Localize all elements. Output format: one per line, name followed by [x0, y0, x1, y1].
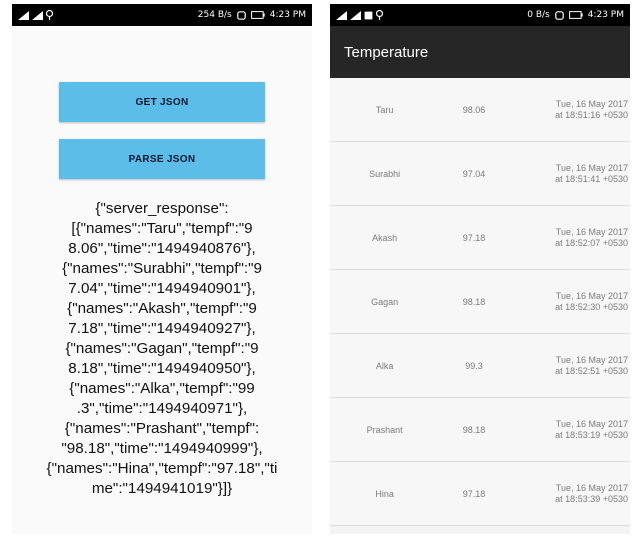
battery-icon: [250, 11, 265, 19]
json-line: "98.18","time":"1494940999"},: [61, 440, 263, 457]
json-line: {"server_response":: [95, 200, 229, 217]
status-bar: 254 B/s 4:23 PM: [12, 4, 312, 26]
row-name: Alka: [375, 360, 394, 371]
signal-icon: [350, 10, 361, 20]
parse-json-button[interactable]: PARSE JSON: [59, 139, 265, 179]
row-date: Tue, 16 May 2017: [555, 418, 628, 429]
battery-icon: [568, 11, 583, 19]
row-temp: 97.04: [462, 168, 486, 179]
row-timestamp: Tue, 16 May 2017 at 18:52:30 +0530: [509, 291, 630, 313]
status-icons-left: [18, 10, 53, 20]
app-bar-title: Temperature: [344, 43, 429, 61]
json-line: 7.18","time":"1494940927"},: [68, 320, 256, 337]
network-speed: 254 B/s: [197, 10, 232, 20]
json-line: {"names":"Akash","tempf":"9: [67, 300, 257, 317]
row-temp: 97.18: [462, 488, 486, 499]
json-response-text: {"server_response": [{"names":"Taru","te…: [20, 199, 304, 499]
json-line: {"names":"Surabhi","tempf":"9: [62, 260, 262, 277]
row-timestamp: Tue, 16 May 2017 at 18:52:07 +0530: [509, 227, 630, 249]
row-temp: 98.18: [462, 424, 486, 435]
list-item[interactable]: Prashant 98.18 Tue, 16 May 2017 at 18:53…: [330, 398, 630, 462]
row-date: Tue, 16 May 2017: [555, 290, 628, 301]
row-time: at 18:52:30 +0530: [555, 301, 628, 312]
signal-icon: [18, 10, 29, 20]
image-icon: [364, 11, 373, 19]
alarm-icon: [554, 10, 564, 20]
row-timestamp: Tue, 16 May 2017 at 18:53:19 +0530: [509, 419, 630, 441]
row-temp: 97.18: [462, 232, 486, 243]
row-date: Tue, 16 May 2017: [555, 98, 628, 109]
row-date: Tue, 16 May 2017: [555, 482, 628, 493]
json-line: 7.04","time":"1494940901"},: [68, 280, 256, 297]
row-name: Taru: [375, 104, 394, 115]
clock: 4:23 PM: [587, 10, 624, 20]
app-bar: Temperature: [330, 26, 630, 78]
list-item[interactable]: Taru 98.06 Tue, 16 May 2017 at 18:51:16 …: [330, 78, 630, 142]
row-date: Tue, 16 May 2017: [555, 354, 628, 365]
row-time: at 18:52:51 +0530: [555, 365, 628, 376]
row-name: Surabhi: [369, 168, 401, 179]
row-name: Hina: [375, 488, 394, 499]
list-item[interactable]: Hina 97.18 Tue, 16 May 2017 at 18:53:39 …: [330, 462, 630, 526]
location-icon: [46, 10, 53, 20]
row-time: at 18:53:19 +0530: [555, 429, 628, 440]
json-line: {"names":"Alka","tempf":"99: [69, 380, 255, 397]
clock: 4:23 PM: [269, 10, 306, 20]
network-speed: 0 B/s: [527, 10, 550, 20]
row-temp: 98.18: [462, 296, 486, 307]
json-line: [{"names":"Taru","tempf":"9: [71, 220, 253, 237]
row-temp: 99.3: [465, 360, 483, 371]
signal-icon: [336, 10, 347, 20]
json-line: {"names":"Hina","tempf":"97.18","ti: [46, 460, 278, 477]
list-item[interactable]: Akash 97.18 Tue, 16 May 2017 at 18:52:07…: [330, 206, 630, 270]
row-time: at 18:52:07 +0530: [555, 237, 628, 248]
row-name: Gagan: [371, 296, 399, 307]
row-date: Tue, 16 May 2017: [555, 162, 628, 173]
status-right: 254 B/s 4:23 PM: [198, 10, 306, 20]
row-timestamp: Tue, 16 May 2017 at 18:51:41 +0530: [509, 163, 630, 185]
row-time: at 18:51:41 +0530: [555, 173, 628, 184]
row-name: Akash: [372, 232, 398, 243]
location-icon: [376, 10, 383, 20]
list-item[interactable]: Gagan 98.18 Tue, 16 May 2017 at 18:52:30…: [330, 270, 630, 334]
list-item[interactable]: Alka 99.3 Tue, 16 May 2017 at 18:52:51 +…: [330, 334, 630, 398]
get-json-button[interactable]: GET JSON: [59, 82, 265, 122]
json-line: {"names":"Prashant","tempf":: [64, 420, 260, 437]
alarm-icon: [236, 10, 246, 20]
json-line: 8.18","time":"1494940950"},: [68, 360, 256, 377]
json-line: me":"1494941019"}]}: [91, 480, 233, 497]
status-right: 0 B/s 4:23 PM: [527, 10, 624, 20]
row-timestamp: Tue, 16 May 2017 at 18:52:51 +0530: [509, 355, 630, 377]
list-item[interactable]: Surabhi 97.04 Tue, 16 May 2017 at 18:51:…: [330, 142, 630, 206]
row-temp: 98.06: [462, 104, 486, 115]
temperature-list[interactable]: Taru 98.06 Tue, 16 May 2017 at 18:51:16 …: [330, 78, 630, 526]
row-time: at 18:53:39 +0530: [555, 493, 628, 504]
row-time: at 18:51:16 +0530: [555, 109, 628, 120]
row-timestamp: Tue, 16 May 2017 at 18:53:39 +0530: [509, 483, 630, 505]
row-date: Tue, 16 May 2017: [555, 226, 628, 237]
status-bar: 0 B/s 4:23 PM: [330, 4, 630, 26]
row-timestamp: Tue, 16 May 2017 at 18:51:16 +0530: [509, 99, 630, 121]
right-phone-screen: 0 B/s 4:23 PM Temperature Taru 98.06 Tue…: [330, 4, 630, 534]
json-line: {"names":"Gagan","tempf":"9: [65, 340, 259, 357]
status-icons-left: [336, 10, 383, 20]
json-line: .3","time":"1494940971"},: [76, 400, 248, 417]
json-line: 8.06","time":"1494940876"},: [68, 240, 256, 257]
left-phone-screen: 254 B/s 4:23 PM GET JSON PARSE JSON {"se…: [12, 4, 312, 534]
row-name: Prashant: [366, 424, 403, 435]
signal-icon: [32, 10, 43, 20]
